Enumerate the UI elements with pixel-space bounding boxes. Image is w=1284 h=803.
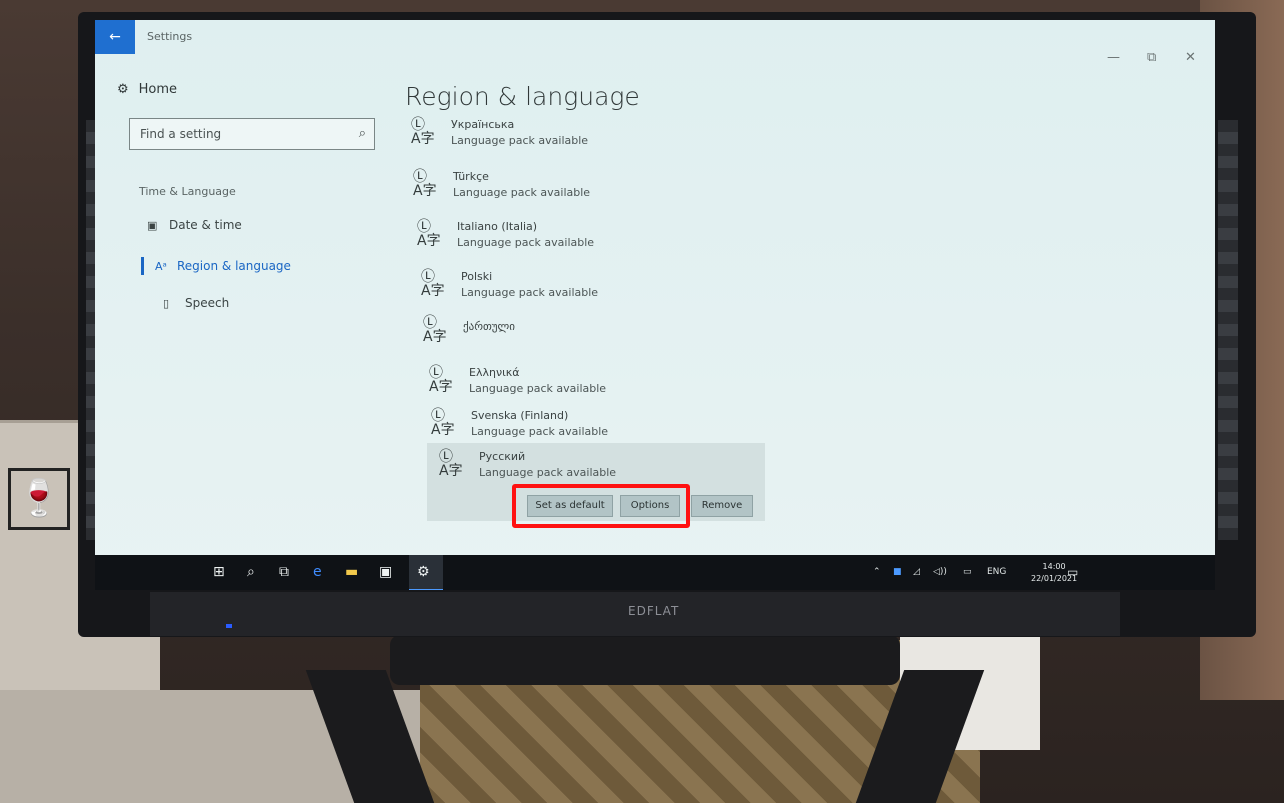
language-icon: Ⓛ A字 bbox=[411, 117, 435, 147]
search-icon[interactable]: ⌕ bbox=[247, 564, 255, 580]
input-language[interactable]: ENG bbox=[987, 567, 1006, 577]
taskbar: ⊞ ⌕ ⧉ e ▬ ▣ ⚙ ⌃ ■ ◿ ◁)) ▭ ENG 14:00 22/0… bbox=[95, 555, 1215, 590]
title-bar: ← Settings — ⧉ ✕ bbox=[95, 20, 1215, 65]
language-name: Русский bbox=[479, 450, 526, 463]
network-icon[interactable]: ◿ bbox=[913, 567, 920, 577]
language-status: Language pack available bbox=[479, 466, 617, 479]
search-placeholder: Find a setting bbox=[140, 127, 222, 141]
volume-icon[interactable]: ◁)) bbox=[933, 567, 947, 577]
search-icon: ⌕ bbox=[358, 126, 366, 141]
microphone-icon: ▯ bbox=[163, 297, 170, 310]
back-arrow-icon: ← bbox=[109, 29, 121, 45]
language-status: Language pack available bbox=[469, 382, 607, 395]
language-icon: Ⓛ A字 bbox=[429, 365, 453, 395]
fragile-icon: 🍷 bbox=[8, 468, 70, 530]
keyboard-icon[interactable]: ▭ bbox=[963, 567, 972, 577]
page-title: Region & language bbox=[405, 82, 640, 111]
sidebar-item-label: Date & time bbox=[169, 218, 242, 232]
chevron-up-icon[interactable]: ⌃ bbox=[873, 567, 881, 577]
language-name: ქართული bbox=[463, 320, 515, 333]
language-icon: Ⓛ A字 bbox=[421, 269, 445, 299]
app-title: Settings bbox=[147, 30, 193, 43]
store-icon[interactable]: ▣ bbox=[379, 564, 392, 580]
language-status: Language pack available bbox=[471, 425, 609, 438]
calendar-icon: ▣ bbox=[147, 219, 158, 232]
language-name: Svenska (Finland) bbox=[471, 409, 569, 422]
language-name: Українська bbox=[451, 118, 515, 131]
language-status: Language pack available bbox=[457, 236, 595, 249]
sidebar-item-label: Speech bbox=[185, 296, 230, 310]
minimize-button[interactable]: — bbox=[1107, 50, 1120, 65]
task-view-icon[interactable]: ⧉ bbox=[279, 564, 289, 580]
language-name: Türkçe bbox=[453, 170, 489, 183]
language-name: Italiano (Italia) bbox=[457, 220, 538, 233]
app-tray-icon[interactable]: ■ bbox=[893, 567, 902, 577]
language-status: Language pack available bbox=[461, 286, 599, 299]
language-name: Ελληνικά bbox=[469, 366, 520, 379]
home-label: Home bbox=[138, 82, 178, 97]
section-label: Time & Language bbox=[139, 185, 236, 198]
home-link[interactable]: ⚙ Home bbox=[117, 82, 177, 97]
remove-button[interactable]: Remove bbox=[691, 495, 753, 517]
sidebar-item-label: Region & language bbox=[177, 259, 291, 273]
settings-gear-icon[interactable]: ⚙ bbox=[417, 564, 430, 580]
close-button[interactable]: ✕ bbox=[1185, 50, 1196, 65]
language-status: Language pack available bbox=[453, 186, 591, 199]
windows-start-icon[interactable]: ⊞ bbox=[213, 564, 225, 580]
language-icon: Ⓛ A字 bbox=[423, 315, 447, 345]
notification-icon[interactable]: ▭ bbox=[1067, 565, 1078, 579]
sidebar-item-speech[interactable]: ▯ Speech bbox=[163, 296, 229, 310]
home-icon: ⚙ bbox=[117, 82, 129, 97]
file-explorer-icon[interactable]: ▬ bbox=[345, 564, 358, 580]
maximize-button[interactable]: ⧉ bbox=[1147, 50, 1156, 65]
sidebar-item-date-time[interactable]: ▣ Date & time bbox=[147, 218, 242, 232]
language-status: Language pack available bbox=[451, 134, 589, 147]
monitor-stand bbox=[390, 635, 900, 685]
language-icon: Ⓛ A字 bbox=[431, 408, 455, 438]
language-icon: Ⓛ A字 bbox=[413, 169, 437, 199]
search-input[interactable]: Find a setting ⌕ bbox=[129, 118, 375, 150]
language-icon: Ⓛ A字 bbox=[439, 449, 463, 479]
language-icon: Ⓛ A字 bbox=[417, 219, 441, 249]
bezel-strip-right bbox=[1218, 120, 1238, 540]
sidebar-item-region-language[interactable]: Aᵃ Region & language bbox=[155, 259, 291, 273]
back-button[interactable]: ← bbox=[95, 20, 135, 54]
selection-indicator bbox=[141, 257, 144, 275]
edge-browser-icon[interactable]: e bbox=[313, 564, 322, 580]
language-name: Polski bbox=[461, 270, 493, 283]
power-led bbox=[226, 624, 232, 628]
highlight-box bbox=[512, 484, 690, 528]
monitor-brand: EDFLAT bbox=[628, 604, 680, 618]
language-icon: Aᵃ bbox=[155, 260, 167, 273]
